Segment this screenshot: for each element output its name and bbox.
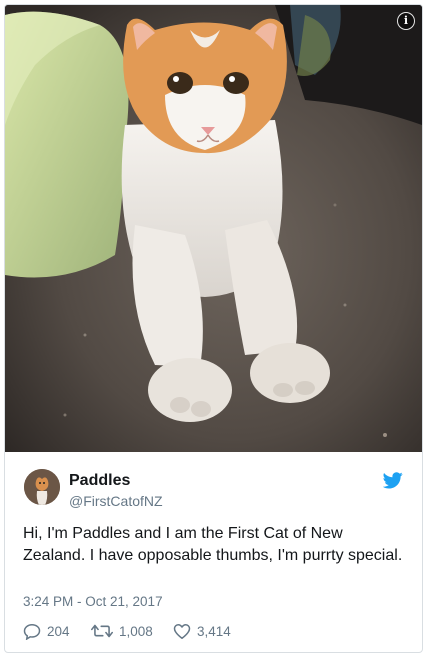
avatar-image xyxy=(24,469,60,505)
info-icon[interactable]: i xyxy=(397,12,415,30)
tweet-media[interactable]: i xyxy=(5,5,422,452)
author-handle[interactable]: @FirstCatofNZ xyxy=(69,493,163,509)
author-name[interactable]: Paddles xyxy=(69,472,130,490)
reply-button[interactable]: 204 xyxy=(23,621,70,641)
retweet-button[interactable]: 1,008 xyxy=(91,621,153,641)
retweet-count: 1,008 xyxy=(119,623,153,639)
reply-count: 204 xyxy=(47,623,70,639)
tweet-text: Hi, I'm Paddles and I am the First Cat o… xyxy=(23,525,403,564)
like-button[interactable]: 3,414 xyxy=(173,621,231,641)
retweet-icon xyxy=(91,624,113,638)
reply-icon xyxy=(23,623,41,640)
tweet-card: i Paddles @FirstCatofNZ Hi, I'm Paddles … xyxy=(4,4,423,653)
cat-photo[interactable] xyxy=(5,5,422,452)
like-icon xyxy=(173,623,191,639)
tweet-timestamp[interactable]: 3:24 PM - Oct 21, 2017 xyxy=(23,594,163,609)
avatar[interactable] xyxy=(24,469,60,505)
tweet-actions: 204 1,008 3,414 xyxy=(23,621,403,641)
tweet-body: Paddles @FirstCatofNZ Hi, I'm Paddles an… xyxy=(5,452,422,652)
twitter-bird-icon[interactable] xyxy=(383,472,403,489)
like-count: 3,414 xyxy=(197,623,231,639)
